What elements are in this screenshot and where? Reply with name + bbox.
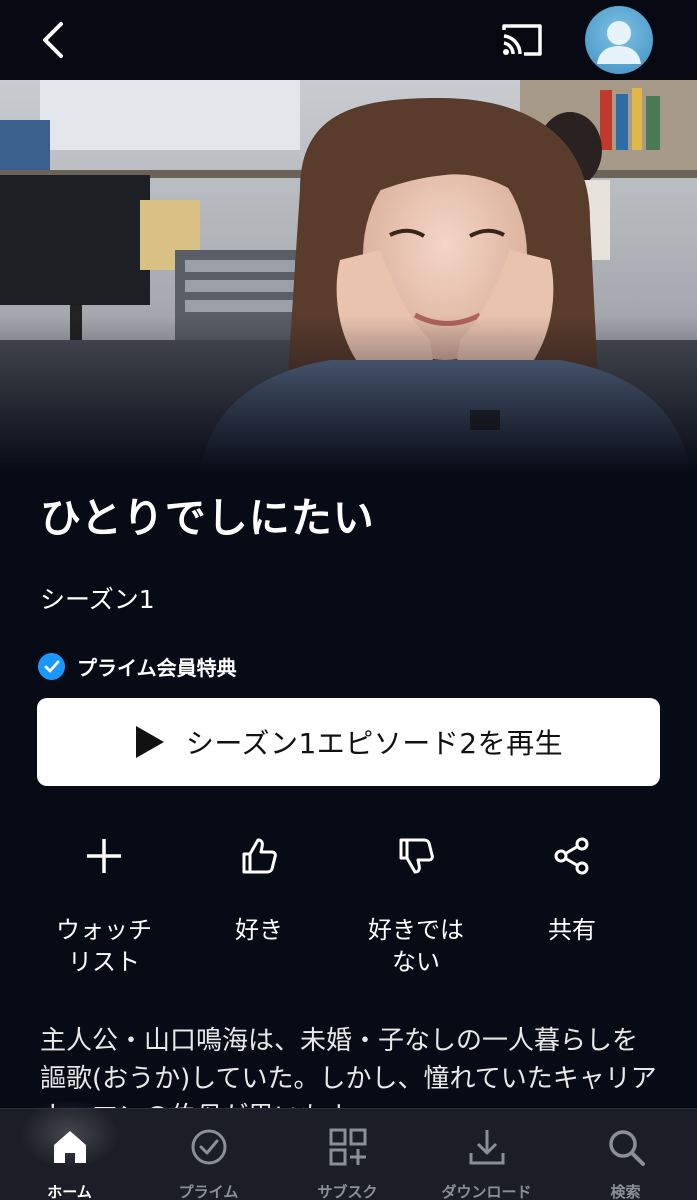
thumbs-up-icon bbox=[242, 838, 277, 874]
nav-home-label: ホーム bbox=[47, 1183, 92, 1200]
nav-downloads[interactable]: ダウンロード bbox=[417, 1109, 556, 1200]
prime-badge-label: プライム会員特典 bbox=[77, 656, 237, 680]
nav-subscriptions-label: サブスク bbox=[317, 1183, 378, 1200]
season-label: シーズン1 bbox=[40, 585, 155, 614]
nav-subscriptions[interactable]: サブスク bbox=[278, 1109, 417, 1200]
action-row: ウォッチ リスト 好き 好きでは ない 共有 bbox=[0, 832, 697, 992]
hero-image bbox=[0, 80, 697, 472]
plus-icon bbox=[87, 839, 121, 873]
download-icon bbox=[469, 1130, 504, 1165]
share-button[interactable]: 共有 bbox=[494, 832, 650, 946]
dislike-button[interactable]: 好きでは ない bbox=[338, 832, 494, 978]
check-circle-icon bbox=[38, 653, 65, 680]
nav-prime-label: プライム bbox=[178, 1183, 239, 1200]
search-icon bbox=[608, 1130, 645, 1166]
chevron-left-icon bbox=[43, 22, 63, 58]
show-title: ひとりでしにたい bbox=[40, 494, 375, 542]
bottom-nav: ホーム プライム サブスク ダウンロード 検索 bbox=[0, 1099, 697, 1200]
nav-home[interactable]: ホーム bbox=[0, 1099, 139, 1200]
thumbs-down-icon bbox=[399, 838, 434, 874]
check-circle-icon bbox=[191, 1129, 226, 1165]
nav-prime[interactable]: プライム bbox=[139, 1109, 278, 1200]
dislike-label: 好きでは ない bbox=[368, 916, 464, 976]
cast-button[interactable] bbox=[496, 14, 548, 66]
user-avatar-icon bbox=[597, 21, 641, 64]
back-button[interactable] bbox=[28, 14, 80, 66]
cast-icon bbox=[502, 24, 542, 56]
nav-search-label: 検索 bbox=[610, 1183, 641, 1200]
share-label: 共有 bbox=[548, 916, 596, 944]
grid-plus-icon bbox=[329, 1128, 366, 1166]
like-button[interactable]: 好き bbox=[181, 832, 337, 946]
like-label: 好き bbox=[235, 916, 283, 944]
play-button-label: シーズン1エピソード2を再生 bbox=[185, 727, 564, 760]
prime-badge: プライム会員特典 bbox=[38, 652, 237, 681]
top-bar bbox=[0, 0, 697, 80]
play-icon bbox=[135, 726, 164, 758]
nav-search[interactable]: 検索 bbox=[556, 1109, 695, 1200]
avatar[interactable] bbox=[585, 6, 653, 74]
app-screen: ひとりでしにたい シーズン1 プライム会員特典 シーズン1エピソード2を再生 ウ… bbox=[0, 0, 697, 1200]
play-button[interactable]: シーズン1エピソード2を再生 bbox=[37, 698, 660, 786]
watchlist-label: ウォッチ リスト bbox=[56, 916, 152, 976]
watchlist-button[interactable]: ウォッチ リスト bbox=[26, 832, 182, 978]
nav-downloads-label: ダウンロード bbox=[441, 1183, 532, 1200]
share-icon bbox=[554, 837, 589, 875]
